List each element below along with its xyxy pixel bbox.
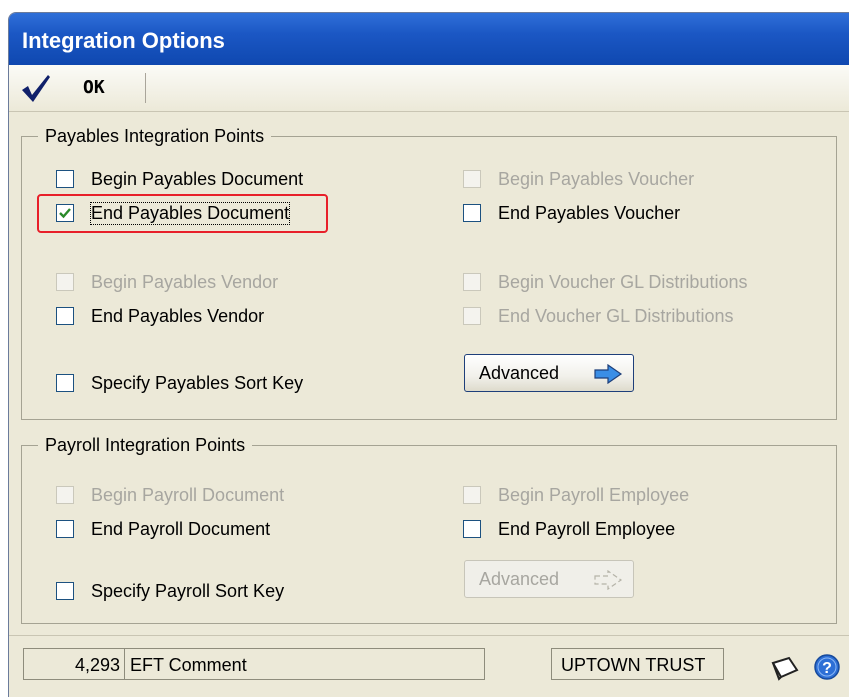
begin-payroll-document-label: Begin Payroll Document bbox=[91, 484, 285, 505]
ok-button[interactable]: OK bbox=[15, 69, 143, 107]
begin-voucher-gl-distributions-label: Begin Voucher GL Distributions bbox=[498, 271, 748, 292]
status-count: 4,293 bbox=[74, 655, 120, 675]
check-mark-icon bbox=[59, 208, 71, 219]
begin-voucher-gl-distributions-checkbox[interactable]: Begin Voucher GL Distributions bbox=[463, 269, 747, 295]
note-icon[interactable] bbox=[769, 655, 801, 681]
end-payroll-document-checkbox[interactable]: End Payroll Document bbox=[56, 516, 270, 542]
status-divider bbox=[124, 649, 125, 679]
payroll-group-title: Payroll Integration Points bbox=[38, 435, 253, 456]
begin-payroll-document-checkbox[interactable]: Begin Payroll Document bbox=[56, 482, 284, 508]
end-voucher-gl-distributions-checkbox[interactable]: End Voucher GL Distributions bbox=[463, 303, 733, 329]
begin-payroll-employee-label: Begin Payroll Employee bbox=[498, 484, 690, 505]
toolbar-separator bbox=[145, 73, 146, 103]
checkbox-box bbox=[56, 486, 74, 504]
payables-group-title: Payables Integration Points bbox=[38, 126, 272, 147]
end-payables-vendor-label: End Payables Vendor bbox=[91, 305, 265, 326]
end-payables-voucher-checkbox[interactable]: End Payables Voucher bbox=[463, 200, 680, 226]
integration-options-window: Integration Options OK Payables Integrat… bbox=[8, 12, 849, 697]
end-payroll-employee-checkbox[interactable]: End Payroll Employee bbox=[463, 516, 675, 542]
checkbox-box bbox=[463, 520, 481, 538]
checkmark-icon bbox=[22, 75, 50, 102]
checkbox-box bbox=[463, 307, 481, 325]
checkbox-box bbox=[56, 520, 74, 538]
checkbox-box bbox=[463, 486, 481, 504]
checkbox-box bbox=[463, 273, 481, 291]
specify-payables-sort-key-checkbox[interactable]: Specify Payables Sort Key bbox=[56, 370, 303, 396]
payroll-advanced-button[interactable]: Advanced bbox=[464, 560, 634, 598]
end-payroll-employee-label: End Payroll Employee bbox=[498, 518, 676, 539]
help-icon[interactable]: ? bbox=[813, 653, 841, 681]
payables-advanced-label: Advanced bbox=[479, 363, 560, 383]
specify-payroll-sort-key-checkbox[interactable]: Specify Payroll Sort Key bbox=[56, 578, 284, 604]
ok-button-label: OK bbox=[83, 77, 105, 98]
status-bar: 4,293 EFT Comment UPTOWN TRUST ? bbox=[9, 635, 849, 697]
eft-comment-field: 4,293 EFT Comment bbox=[23, 648, 485, 680]
end-payables-vendor-checkbox[interactable]: End Payables Vendor bbox=[56, 303, 264, 329]
end-voucher-gl-distributions-label: End Voucher GL Distributions bbox=[498, 305, 734, 326]
begin-payables-document-label: Begin Payables Document bbox=[91, 168, 304, 189]
begin-payables-voucher-checkbox[interactable]: Begin Payables Voucher bbox=[463, 166, 694, 192]
toolbar: OK bbox=[9, 65, 849, 112]
specify-payroll-sort-key-label: Specify Payroll Sort Key bbox=[91, 580, 285, 601]
end-payables-document-label: End Payables Document bbox=[89, 201, 291, 225]
begin-payables-voucher-label: Begin Payables Voucher bbox=[498, 168, 695, 189]
begin-payables-document-checkbox[interactable]: Begin Payables Document bbox=[56, 166, 303, 192]
checkbox-box bbox=[56, 307, 74, 325]
begin-payables-vendor-checkbox[interactable]: Begin Payables Vendor bbox=[56, 269, 278, 295]
checkbox-box bbox=[463, 170, 481, 188]
payables-advanced-button[interactable]: Advanced bbox=[464, 354, 634, 392]
svg-text:?: ? bbox=[822, 660, 832, 677]
checkbox-box bbox=[56, 204, 74, 222]
specify-payables-sort-key-label: Specify Payables Sort Key bbox=[91, 372, 304, 393]
status-comment: EFT Comment bbox=[130, 655, 247, 675]
arrow-right-icon bbox=[594, 364, 623, 384]
begin-payroll-employee-checkbox[interactable]: Begin Payroll Employee bbox=[463, 482, 689, 508]
end-payroll-document-label: End Payroll Document bbox=[91, 518, 271, 539]
end-payables-voucher-label: End Payables Voucher bbox=[498, 202, 681, 223]
checkbox-box bbox=[56, 170, 74, 188]
title-bar: Integration Options bbox=[9, 13, 849, 65]
payroll-advanced-label: Advanced bbox=[479, 569, 560, 589]
arrow-right-icon bbox=[594, 570, 623, 590]
begin-payables-vendor-label: Begin Payables Vendor bbox=[91, 271, 279, 292]
bank-name: UPTOWN TRUST bbox=[561, 655, 706, 675]
checkbox-box bbox=[56, 374, 74, 392]
bank-field: UPTOWN TRUST bbox=[551, 648, 724, 680]
checkbox-box bbox=[56, 273, 74, 291]
checkbox-box bbox=[56, 582, 74, 600]
end-payables-document-checkbox[interactable]: End Payables Document bbox=[56, 200, 291, 226]
checkbox-box bbox=[463, 204, 481, 222]
window-title: Integration Options bbox=[22, 28, 225, 53]
